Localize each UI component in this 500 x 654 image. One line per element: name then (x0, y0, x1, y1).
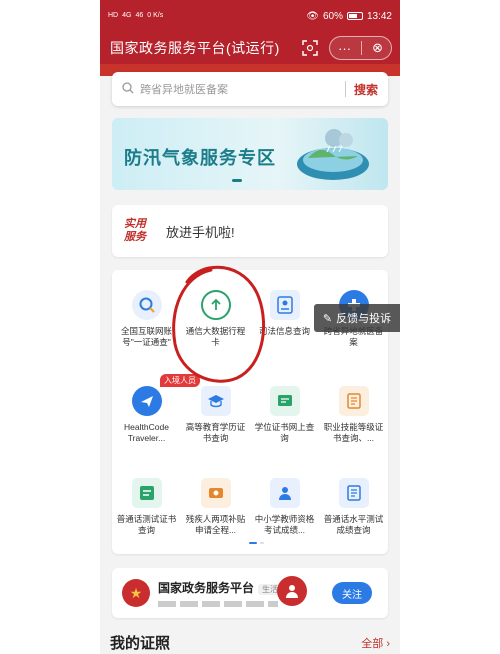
exam-icon (338, 478, 369, 508)
close-button[interactable]: ⊗ (372, 40, 383, 56)
signal-icon: 4G (122, 12, 132, 19)
practical-service-card[interactable]: 实用 服务 放进手机啦! (112, 205, 388, 257)
battery-icon (346, 12, 363, 20)
service-notice: 放进手机啦! (166, 224, 235, 240)
mini-program-capsule: ··· ⊗ (329, 36, 392, 60)
grid-item-label: 中小学教师资格考试成绩... (254, 514, 315, 535)
follow-button[interactable]: 关注 (332, 582, 372, 604)
teacher-icon (269, 478, 300, 508)
grid-item-label: 普通话水平测试成绩查询 (323, 514, 384, 535)
signal2-icon: 46 (135, 12, 144, 19)
search-input[interactable]: 跨省异地就医备案 (140, 81, 345, 97)
mandarin-icon (131, 478, 162, 508)
pencil-icon: ✎ (322, 312, 333, 325)
search-bar[interactable]: 跨省异地就医备案 搜索 (112, 72, 388, 106)
id-card-icon (269, 290, 300, 320)
clock: 13:42 (366, 10, 392, 22)
globe-illustration-icon (297, 129, 369, 180)
grid-item-skill[interactable]: 职业技能等级证书查询、... (319, 386, 388, 444)
grid-item-label: 学位证书网上查询 (254, 422, 315, 443)
disability-icon (200, 478, 231, 508)
grid-item-label: 高等教育学历证书查询 (185, 422, 246, 443)
graduation-cap-icon (200, 386, 231, 416)
customer-service-icon[interactable] (277, 576, 307, 606)
grid-item-label: 残疾人两项补贴申请全程... (185, 514, 246, 535)
eye-icon: 👁 (306, 10, 319, 22)
grid-item-label: 普通话测试证书查询 (116, 514, 177, 535)
more-button[interactable]: ··· (338, 41, 351, 56)
scan-icon[interactable] (299, 37, 321, 59)
search-icon (122, 81, 134, 97)
search-button[interactable]: 搜索 (354, 81, 378, 98)
system-indicators: 👁 60% 13:42 (306, 11, 392, 22)
speed-indicator: 0 K/s (147, 12, 164, 19)
status-bar: HD 4G 46 0 K/s 👁 60% 13:42 (100, 0, 400, 32)
page-title: 国家政务服务平台(试运行) (110, 40, 280, 56)
banner-indicator (232, 179, 242, 182)
my-certificates-title: 我的证照 (110, 635, 171, 652)
search-icon (131, 290, 162, 320)
platform-name: 国家政务服务平台 生活号 (158, 579, 291, 596)
plane-icon (131, 386, 162, 416)
practical-service-tag: 实用 服务 (124, 218, 146, 243)
search-divider (344, 81, 346, 97)
grid-item-label: 职业技能等级证书查询、... (323, 422, 384, 443)
flood-weather-banner[interactable]: 防汛气象服务专区 (112, 118, 388, 190)
platform-account-card[interactable]: ★ 国家政务服务平台 生活号 关注 (112, 568, 388, 618)
grid-item-degree[interactable]: 学位证书网上查询 (250, 386, 319, 444)
grid-item-teacher[interactable]: 中小学教师资格考试成绩... (250, 478, 319, 536)
grid-item-mandarin-cert[interactable]: 普通话测试证书查询 (112, 478, 181, 536)
view-all-link[interactable]: 全部 › (361, 635, 390, 651)
title-bar: 国家政务服务平台(试运行) ··· ⊗ (100, 32, 400, 64)
hd-icon: HD (108, 12, 119, 19)
grid-item-disability[interactable]: 残疾人两项补贴申请全程... (181, 478, 250, 536)
platform-desc-blurred (158, 601, 278, 607)
grid-item-healthcode[interactable]: 入境人员 HealthCode Traveler... (112, 374, 200, 444)
grid-item-higher-edu[interactable]: 高等教育学历证书查询 (181, 386, 250, 444)
battery-percent: 60% (322, 10, 343, 22)
page-indicator (249, 542, 264, 544)
skill-icon (338, 386, 369, 416)
feedback-button[interactable]: ✎ 反馈与投诉 (314, 304, 400, 332)
grid-item-label: HealthCode Traveler... (124, 422, 169, 443)
certificate-icon (269, 386, 300, 416)
my-certificates-header: 我的证照 全部 › (110, 632, 390, 653)
hand-drawn-circle-annotation (172, 265, 266, 383)
network-indicators: HD 4G 46 0 K/s (108, 12, 163, 20)
flood-banner-title: 防汛气象服务专区 (124, 148, 276, 168)
grid-item-mandarin-score[interactable]: 普通话水平测试成绩查询 (319, 478, 388, 536)
national-emblem-icon: ★ (122, 579, 150, 607)
